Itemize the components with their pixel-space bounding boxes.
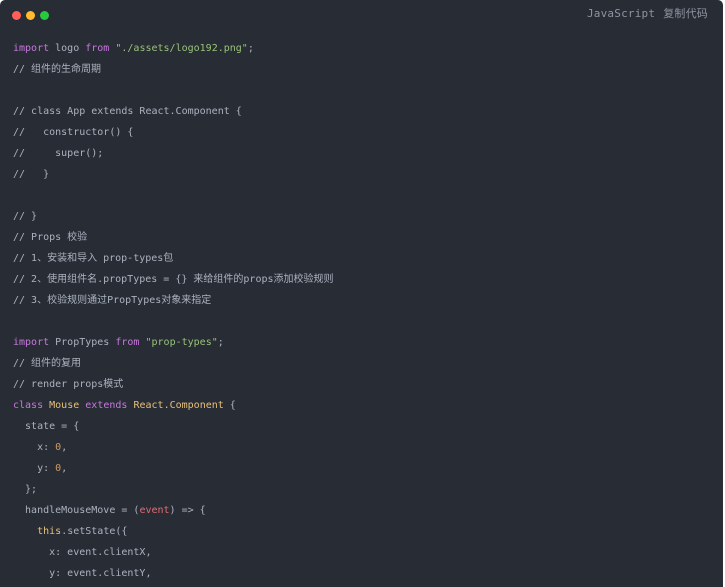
code-line: // Props 校验	[13, 232, 88, 243]
code-line: y: event.clientY,	[13, 568, 152, 579]
code-content: import logo from "./assets/logo192.png";…	[13, 38, 334, 584]
code-line: // 3、校验规则通过PropTypes对象来指定	[13, 295, 212, 306]
code-line: class Mouse extends React.Component {	[13, 400, 236, 411]
code-line: state = {	[13, 421, 80, 432]
code-line: // }	[13, 211, 38, 222]
code-header: JavaScript 复制代码	[587, 5, 708, 21]
code-line: x: 0,	[13, 442, 68, 453]
code-line: import PropTypes from "prop-types";	[13, 337, 224, 348]
maximize-dot-icon	[40, 11, 49, 20]
code-block-window: JavaScript 复制代码 import logo from "./asset…	[0, 0, 723, 587]
code-line: // constructor() {	[13, 127, 134, 138]
copy-code-button[interactable]: 复制代码	[663, 7, 708, 20]
code-line: import logo from "./assets/logo192.png";	[13, 43, 254, 54]
code-line: // }	[13, 169, 50, 180]
close-dot-icon	[12, 11, 21, 20]
code-line: };	[13, 484, 38, 495]
code-line: // 组件的生命周期	[13, 64, 102, 75]
code-line: handleMouseMove = (event) => {	[13, 505, 206, 516]
language-label: JavaScript	[586, 7, 656, 20]
code-line: this.setState({	[37, 526, 128, 537]
code-line: // render props模式	[13, 379, 124, 390]
window-controls	[12, 11, 54, 21]
code-line: // 组件的复用	[13, 358, 82, 369]
code-line: // 1、安装和导入 prop-types包	[13, 253, 174, 264]
code-line: // 2、使用组件名.propTypes = {} 来给组件的props添加校验…	[13, 274, 334, 285]
code-line: // super();	[13, 148, 104, 159]
minimize-dot-icon	[26, 11, 35, 20]
code-line: y: 0,	[13, 463, 68, 474]
code-line: // class App extends React.Component {	[13, 106, 242, 117]
code-line: x: event.clientX,	[13, 547, 152, 558]
